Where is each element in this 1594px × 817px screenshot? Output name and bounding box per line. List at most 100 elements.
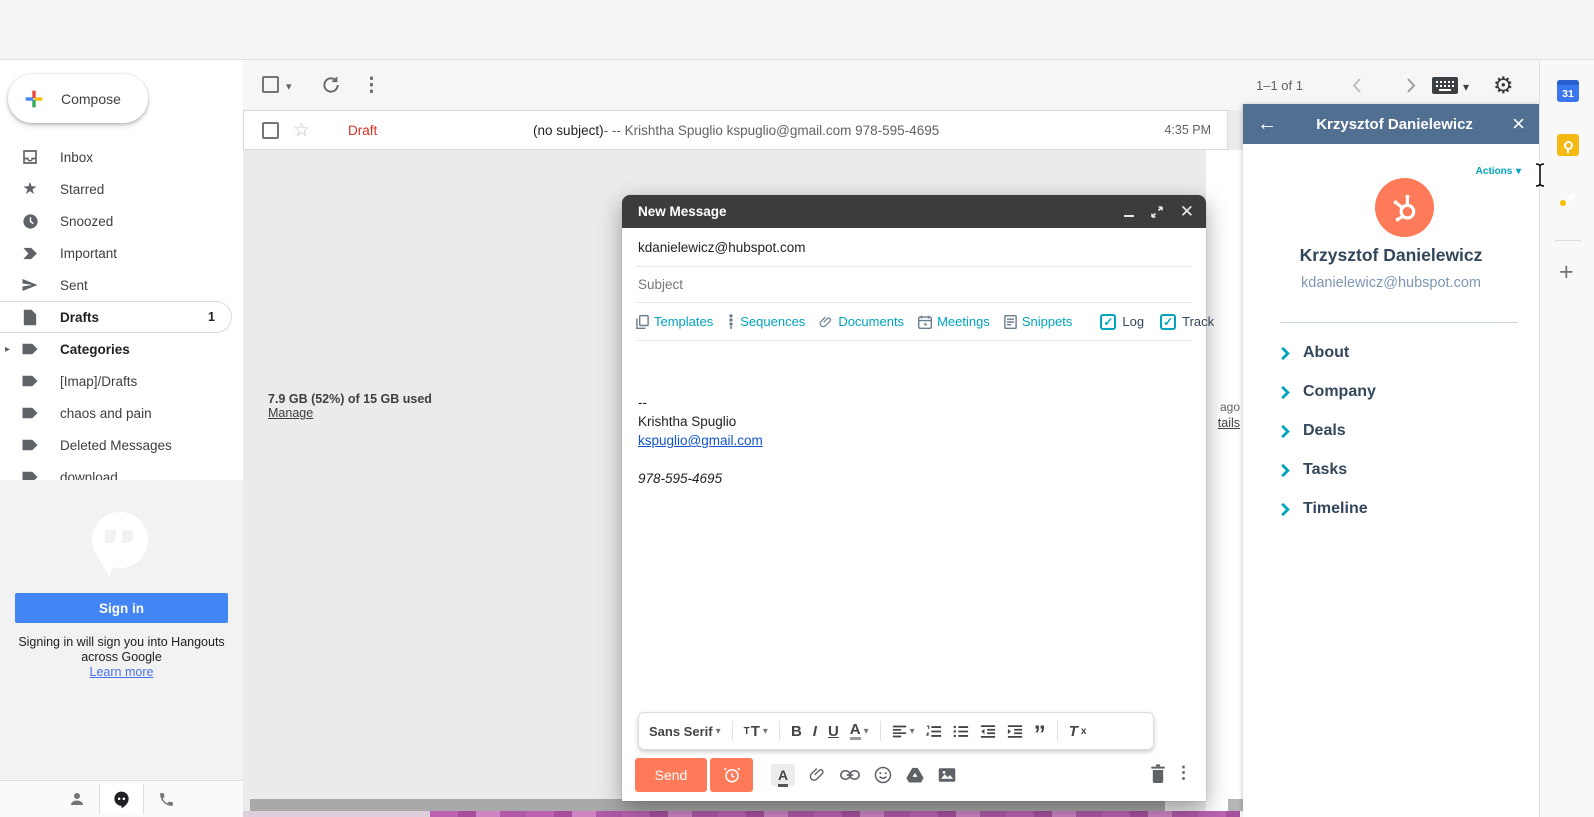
panel-divider — [1280, 322, 1518, 323]
actions-dropdown[interactable]: Actions ▾ — [1476, 162, 1521, 177]
message-body[interactable]: -- Krishtha Spuglio kspuglio@gmail.com 9… — [622, 341, 1206, 502]
sidebar-item-imap-drafts[interactable]: [Imap]/Drafts — [0, 365, 243, 397]
behind-details-link-fragment[interactable]: tails — [1218, 416, 1240, 430]
meetings-calendar-icon — [918, 315, 932, 329]
close-icon[interactable]: ✕ — [1180, 203, 1194, 220]
draft-label: Draft — [348, 123, 533, 138]
chevron-right-icon — [1280, 424, 1290, 439]
to-field[interactable] — [636, 239, 1192, 256]
font-size-button[interactable]: TT▾ — [744, 723, 768, 740]
compose-button[interactable]: Compose — [8, 74, 148, 123]
track-checkbox[interactable]: ✓ Track — [1160, 314, 1214, 330]
learn-more-link[interactable]: Learn more — [90, 665, 154, 679]
insert-link-icon[interactable] — [840, 769, 860, 781]
contacts-tab-icon[interactable] — [54, 784, 99, 814]
sidebar-item-chaos-and-pain[interactable]: chaos and pain — [0, 397, 243, 429]
contact-avatar-hubspot — [1375, 178, 1434, 237]
keep-icon[interactable] — [1557, 134, 1579, 156]
section-timeline[interactable]: Timeline — [1280, 500, 1368, 518]
formatting-options-button[interactable]: A — [771, 764, 795, 786]
refresh-button[interactable] — [321, 75, 341, 95]
sidebar-item-sent[interactable]: Sent — [0, 269, 243, 301]
subject-row[interactable] — [636, 267, 1192, 303]
input-tools-caret[interactable]: ▾ — [1463, 80, 1469, 94]
sidebar-item-download[interactable]: download — [0, 461, 243, 480]
insert-emoji-icon[interactable] — [874, 766, 892, 784]
panel-close-icon[interactable]: × — [1512, 113, 1525, 135]
numbered-list-button[interactable] — [926, 725, 942, 738]
gmail-app: ago tails 7.9 GB (52%) of 15 GB used Man… — [0, 0, 1594, 817]
page-previous-button[interactable] — [1352, 78, 1361, 93]
list-more-button[interactable]: ⋮ — [362, 74, 381, 97]
font-family-selector[interactable]: Sans Serif▾ — [649, 724, 721, 739]
sidebar-item-categories[interactable]: ▸ Categories — [0, 333, 243, 365]
meetings-button[interactable]: Meetings — [918, 314, 990, 329]
settings-gear-icon[interactable]: ⚙ — [1493, 72, 1514, 99]
remove-formatting-button[interactable]: Tx — [1069, 723, 1087, 740]
sidebar-item-starred[interactable]: ★ Starred — [0, 173, 243, 205]
align-button[interactable]: ▾ — [892, 725, 915, 738]
subject-field[interactable] — [636, 276, 1192, 293]
log-checkbox[interactable]: ✓ Log — [1100, 314, 1144, 330]
sidebar-item-important[interactable]: Important — [0, 237, 243, 269]
hubspot-toolbar: Templates Sequences Documents Meetings S… — [636, 303, 1192, 341]
insert-photo-icon[interactable] — [938, 767, 956, 783]
signature-email-link[interactable]: kspuglio@gmail.com — [638, 433, 763, 448]
contact-email[interactable]: kdanielewicz@hubspot.com — [1243, 275, 1539, 291]
sidebar-item-deleted-messages[interactable]: Deleted Messages — [0, 429, 243, 461]
expand-arrow-icon[interactable]: ▸ — [5, 344, 10, 355]
panel-back-arrow-icon[interactable]: ← — [1257, 114, 1277, 134]
page-next-button[interactable] — [1407, 78, 1416, 93]
section-deals[interactable]: Deals — [1280, 422, 1346, 440]
page-bottom-edge-pattern — [430, 811, 1240, 817]
nav-items: Inbox ★ Starred Snoozed Important Sent — [0, 141, 243, 480]
get-addons-plus-icon[interactable]: + — [1559, 258, 1574, 287]
schedule-send-button[interactable] — [710, 758, 753, 792]
contact-name: Krzysztof Danielewicz — [1243, 245, 1539, 266]
send-button[interactable]: Send — [635, 758, 707, 792]
compose-header[interactable]: New Message ✕ — [622, 195, 1206, 228]
templates-button[interactable]: Templates — [636, 314, 713, 329]
indent-more-button[interactable] — [1007, 725, 1023, 738]
snippets-button[interactable]: Snippets — [1004, 314, 1073, 329]
underline-button[interactable]: U — [828, 723, 839, 740]
section-tasks[interactable]: Tasks — [1280, 461, 1347, 479]
section-about[interactable]: About — [1280, 344, 1349, 362]
storage-manage-link[interactable]: Manage — [268, 406, 313, 420]
track-checkbox-box[interactable]: ✓ — [1160, 314, 1176, 330]
recipients-row[interactable] — [636, 228, 1192, 267]
compose-title: New Message — [638, 204, 727, 219]
sidebar-item-snoozed[interactable]: Snoozed — [0, 205, 243, 237]
formatting-toolbar: Sans Serif▾ TT▾ B I U A▾ ▾ — [638, 712, 1154, 750]
phone-tab-icon[interactable] — [144, 784, 189, 814]
sidebar-item-inbox[interactable]: Inbox — [0, 141, 243, 173]
italic-button[interactable]: I — [813, 723, 817, 740]
expand-icon[interactable] — [1151, 206, 1163, 218]
bullet-list-button[interactable] — [953, 725, 969, 738]
section-company[interactable]: Company — [1280, 383, 1376, 401]
email-row-draft[interactable]: ☆ Draft (no subject) - -- Krishtha Spugl… — [243, 110, 1228, 150]
quote-button[interactable]: ” — [1034, 730, 1046, 740]
documents-button[interactable]: Documents — [819, 314, 904, 329]
text-color-button[interactable]: A▾ — [850, 723, 869, 740]
select-dropdown-caret[interactable]: ▾ — [286, 80, 292, 93]
row-star-icon[interactable]: ☆ — [293, 121, 310, 140]
discard-draft-trash-icon[interactable] — [1150, 764, 1166, 783]
minimize-icon[interactable] — [1124, 215, 1134, 217]
label-icon — [20, 342, 40, 356]
input-tools-icon[interactable] — [1432, 77, 1458, 94]
hangouts-tab-icon[interactable] — [99, 784, 144, 814]
bold-button[interactable]: B — [791, 723, 802, 740]
compose-more-options-icon[interactable]: ⋮ — [1175, 763, 1192, 783]
chevron-right-icon — [1280, 346, 1290, 361]
log-checkbox-box[interactable]: ✓ — [1100, 314, 1116, 330]
sidebar-item-drafts[interactable]: Drafts 1 — [0, 301, 232, 333]
indent-less-button[interactable] — [980, 725, 996, 738]
attach-file-icon[interactable] — [809, 765, 826, 784]
hangouts-sign-in-button[interactable]: Sign in — [15, 593, 228, 623]
sequences-button[interactable]: Sequences — [727, 314, 805, 329]
insert-drive-icon[interactable] — [906, 767, 924, 783]
row-checkbox[interactable] — [262, 122, 279, 139]
calendar-icon[interactable]: 31 — [1557, 80, 1579, 102]
select-all-checkbox[interactable] — [262, 76, 279, 93]
